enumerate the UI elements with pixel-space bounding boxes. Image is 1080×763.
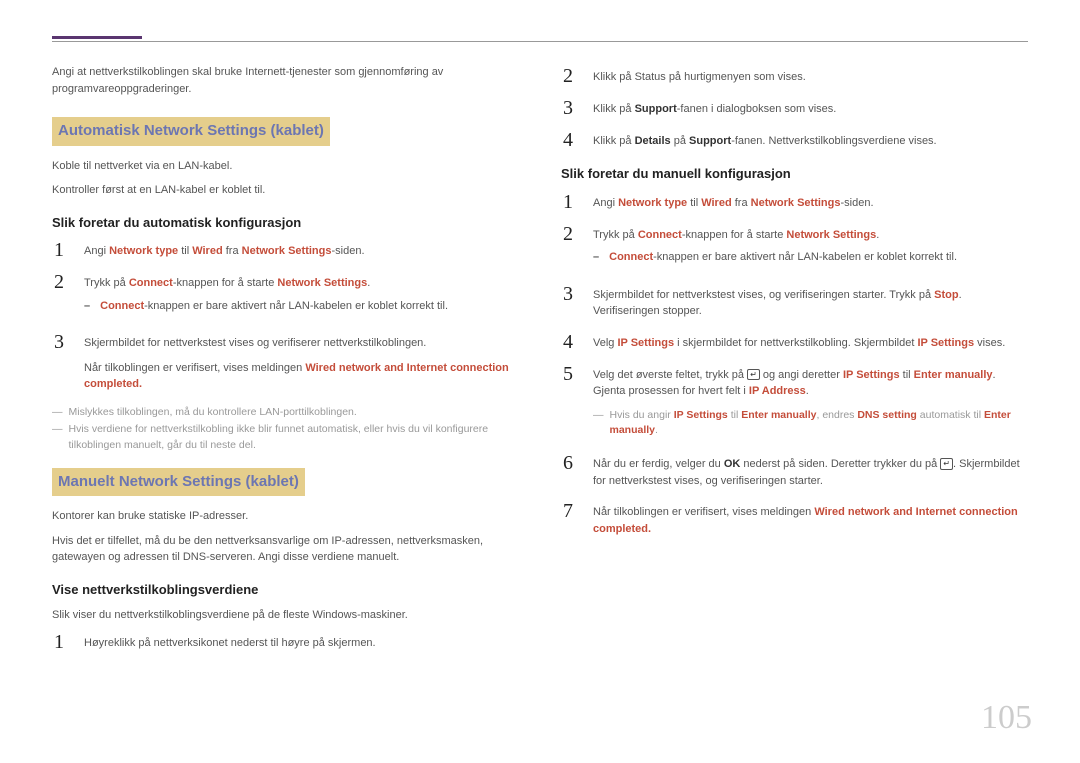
list-item: 4 Velg IP Settings i skjermbildet for ne… [561,332,1028,352]
auto-steps-list: 1 Angi Network type til Wired fra Networ… [52,240,519,393]
step-number: 3 [52,332,66,352]
step-content: Når du er ferdig, velger du OK nederst p… [593,453,1028,489]
dash-icon: – [593,249,599,266]
list-item: 6 Når du er ferdig, velger du OK nederst… [561,453,1028,489]
step-content: Trykk på Connect-knappen for å starte Ne… [84,272,519,320]
enter-key-icon: ↵ [940,458,953,470]
left-column: Angi at nettverkstilkoblingen skal bruke… [52,60,519,664]
step-number: 2 [561,224,575,244]
step-number: 2 [561,66,575,86]
step-number: 2 [52,272,66,292]
step-content: Angi Network type til Wired fra Network … [84,240,519,260]
document-page: Angi at nettverkstilkoblingen skal bruke… [0,0,1080,700]
step-content: Skjermbildet for nettverkstest vises, og… [593,284,1028,320]
manual-paragraph-2: Hvis det er tilfellet, må du be den nett… [52,533,519,566]
list-item: 2 Trykk på Connect-knappen for å starte … [561,224,1028,272]
note-dash-icon: ― [52,405,63,421]
list-item: 5 Velg det øverste feltet, trykk på ↵ og… [561,364,1028,442]
step-content: Høyreklikk på nettverksikonet nederst ti… [84,632,519,652]
step-content: Når tilkoblingen er verifisert, vises me… [593,501,1028,537]
heading-auto-network: Automatisk Network Settings (kablet) [52,117,330,146]
dash-icon: – [84,298,90,315]
auto-paragraph-1: Koble til nettverket via en LAN-kabel. [52,158,519,175]
list-item: 2 Trykk på Connect-knappen for å starte … [52,272,519,320]
note-text: ― Hvis verdiene for nettverkstilkobling … [52,422,519,454]
step-content: Angi Network type til Wired fra Network … [593,192,1028,212]
page-number: 105 [981,692,1032,743]
step-number: 3 [561,98,575,118]
subheading-view-values: Vise nettverkstilkoblingsverdiene [52,580,519,600]
step-number: 1 [561,192,575,212]
subheading-auto-config: Slik foretar du automatisk konfigurasjon [52,213,519,233]
step-content: Velg IP Settings i skjermbildet for nett… [593,332,1028,352]
step-number: 1 [52,632,66,652]
note-dash-icon: ― [593,408,604,440]
step-content: Trykk på Connect-knappen for å starte Ne… [593,224,1028,272]
manual-steps-list: 1 Angi Network type til Wired fra Networ… [561,192,1028,538]
intro-text: Angi at nettverkstilkoblingen skal bruke… [52,64,519,97]
manual-paragraph-1: Kontorer kan bruke statiske IP-adresser. [52,508,519,525]
list-item: 1 Angi Network type til Wired fra Networ… [561,192,1028,212]
sub-bullet: – Connect-knappen er bare aktivert når L… [84,298,519,315]
list-item: 3 Skjermbildet for nettverkstest vises, … [561,284,1028,320]
list-item: 1 Høyreklikk på nettverksikonet nederst … [52,632,519,652]
header-divider [52,41,1028,42]
list-item: 7 Når tilkoblingen er verifisert, vises … [561,501,1028,537]
step-content: Velg det øverste feltet, trykk på ↵ og a… [593,364,1028,442]
view-steps-list-left: 1 Høyreklikk på nettverksikonet nederst … [52,632,519,652]
step-content: Klikk på Details på Support-fanen. Nettv… [593,130,1028,150]
sub-bullet: – Connect-knappen er bare aktivert når L… [593,249,1028,266]
step-number: 4 [561,332,575,352]
content-columns: Angi at nettverkstilkoblingen skal bruke… [52,60,1028,664]
step-content: Klikk på Support-fanen i dialogboksen so… [593,98,1028,118]
list-item: 3 Skjermbildet for nettverkstest vises o… [52,332,519,393]
view-intro: Slik viser du nettverkstilkoblingsverdie… [52,607,519,624]
step-number: 7 [561,501,575,521]
right-column: 2 Klikk på Status på hurtigmenyen som vi… [561,60,1028,664]
view-steps-list-right: 2 Klikk på Status på hurtigmenyen som vi… [561,66,1028,150]
step-number: 4 [561,130,575,150]
enter-key-icon: ↵ [747,369,760,381]
step-number: 1 [52,240,66,260]
step-number: 5 [561,364,575,384]
step-number: 3 [561,284,575,304]
step-content: Skjermbildet for nettverkstest vises og … [84,332,519,393]
subheading-manual-config: Slik foretar du manuell konfigurasjon [561,164,1028,184]
note-text: ― Hvis du angir IP Settings til Enter ma… [593,408,1028,440]
step-number: 6 [561,453,575,473]
list-item: 2 Klikk på Status på hurtigmenyen som vi… [561,66,1028,86]
auto-paragraph-2: Kontroller først at en LAN-kabel er kobl… [52,182,519,199]
note-text: ― Mislykkes tilkoblingen, må du kontroll… [52,405,519,421]
header-accent-bar [52,36,142,39]
heading-manual-network: Manuelt Network Settings (kablet) [52,468,305,497]
list-item: 4 Klikk på Details på Support-fanen. Net… [561,130,1028,150]
list-item: 3 Klikk på Support-fanen i dialogboksen … [561,98,1028,118]
step-content: Klikk på Status på hurtigmenyen som vise… [593,66,1028,86]
list-item: 1 Angi Network type til Wired fra Networ… [52,240,519,260]
note-dash-icon: ― [52,422,63,454]
